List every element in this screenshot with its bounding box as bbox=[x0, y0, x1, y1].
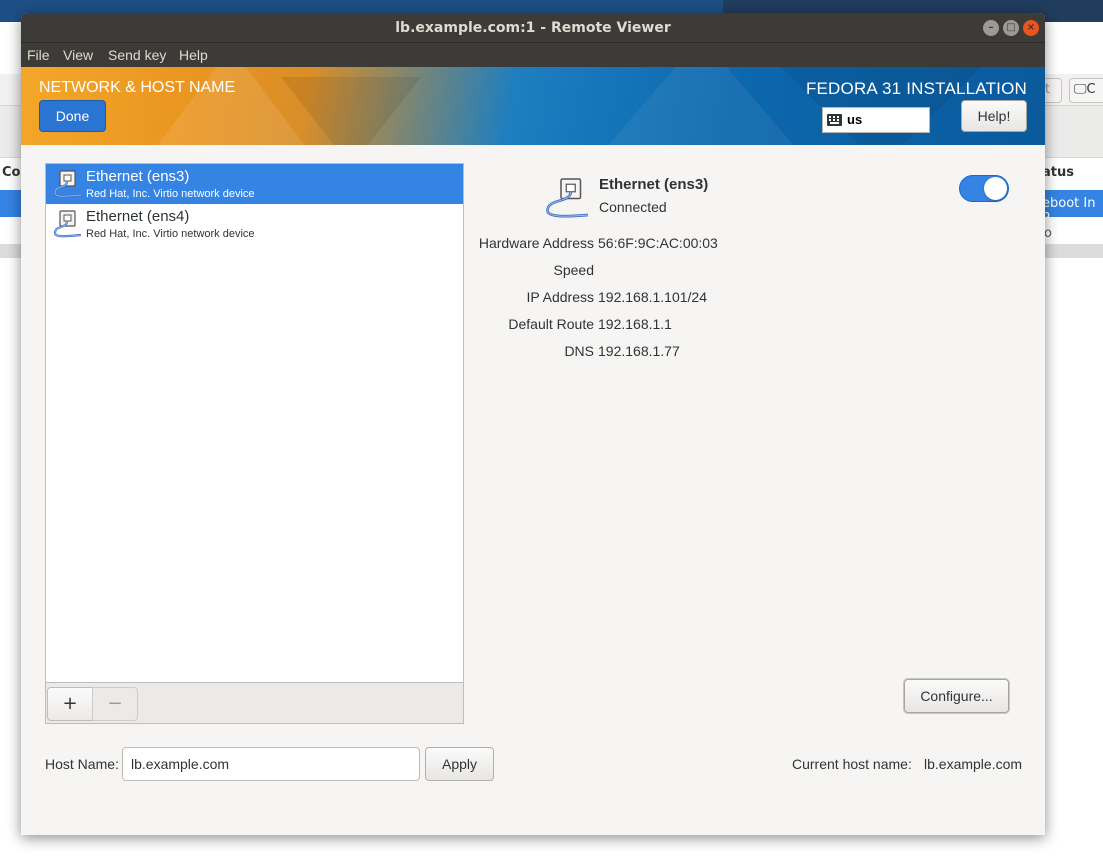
installer-header: NETWORK & HOST NAME Done FEDORA 31 INSTA… bbox=[21, 67, 1045, 145]
device-detail-name: Ethernet (ens3) bbox=[599, 176, 709, 193]
current-hostname-value: lb.example.com bbox=[924, 756, 1023, 772]
hostname-input[interactable] bbox=[122, 747, 420, 781]
dns-label: DNS bbox=[564, 343, 594, 359]
ip-address-value: 192.168.1.101/24 bbox=[598, 289, 707, 305]
configure-button[interactable]: Configure... bbox=[904, 679, 1009, 713]
network-wired-icon bbox=[53, 210, 82, 238]
remote-viewer-window: lb.example.com:1 - Remote Viewer – □ × F… bbox=[21, 13, 1045, 835]
help-button[interactable]: Help! bbox=[961, 100, 1027, 132]
monitor-icon: 🖵 bbox=[1074, 82, 1087, 97]
hostname-label: Host Name: bbox=[45, 756, 119, 772]
menu-help[interactable]: Help bbox=[179, 47, 208, 63]
background-row-status: eboot In P bbox=[1042, 196, 1096, 226]
device-list-toolbar: + − bbox=[46, 682, 463, 723]
device-name: Ethernet (ens3) bbox=[86, 168, 190, 185]
network-wired-icon bbox=[53, 170, 82, 198]
device-name: Ethernet (ens4) bbox=[86, 208, 190, 225]
device-detail-status: Connected bbox=[599, 199, 667, 215]
remove-device-button[interactable]: − bbox=[92, 687, 138, 721]
close-icon[interactable]: × bbox=[1023, 20, 1039, 36]
keyboard-layout-indicator[interactable]: us bbox=[822, 107, 930, 133]
product-title: FEDORA 31 INSTALLATION bbox=[805, 79, 1027, 98]
device-list: Ethernet (ens3) Red Hat, Inc. Virtio net… bbox=[45, 163, 464, 724]
menubar: File View Send key Help bbox=[21, 43, 1045, 67]
device-row-ens4[interactable]: Ethernet (ens4) Red Hat, Inc. Virtio net… bbox=[46, 204, 463, 244]
device-description: Red Hat, Inc. Virtio network device bbox=[86, 188, 255, 200]
minimize-icon[interactable]: – bbox=[983, 20, 999, 36]
device-enable-toggle[interactable] bbox=[959, 175, 1009, 202]
background-column-header: Co bbox=[2, 165, 21, 180]
spoke-title: NETWORK & HOST NAME bbox=[39, 79, 236, 96]
keyboard-layout-label: us bbox=[847, 112, 863, 127]
done-button[interactable]: Done bbox=[39, 100, 106, 132]
add-device-button[interactable]: + bbox=[47, 687, 93, 721]
keyboard-icon bbox=[827, 114, 842, 126]
network-wired-icon bbox=[546, 178, 589, 218]
maximize-icon[interactable]: □ bbox=[1003, 20, 1019, 36]
toggle-knob bbox=[984, 177, 1007, 200]
device-row-ens3[interactable]: Ethernet (ens3) Red Hat, Inc. Virtio net… bbox=[46, 164, 463, 204]
window-title: lb.example.com:1 - Remote Viewer bbox=[395, 20, 671, 36]
apply-button[interactable]: Apply bbox=[425, 747, 494, 781]
background-column-header-status: atus bbox=[1042, 165, 1074, 180]
background-console-button[interactable]: 🖵C bbox=[1069, 78, 1103, 103]
speed-label: Speed bbox=[553, 262, 594, 278]
background-row2-status: o bbox=[1044, 226, 1052, 241]
window-titlebar[interactable]: lb.example.com:1 - Remote Viewer – □ × bbox=[21, 13, 1045, 43]
default-route-label: Default Route bbox=[508, 316, 594, 332]
dns-value: 192.168.1.77 bbox=[598, 343, 680, 359]
menu-send-key[interactable]: Send key bbox=[108, 47, 166, 63]
default-route-value: 192.168.1.1 bbox=[598, 316, 672, 332]
hardware-address-value: 56:6F:9C:AC:00:03 bbox=[598, 235, 718, 251]
menu-view[interactable]: View bbox=[63, 47, 93, 63]
hardware-address-label: Hardware Address bbox=[478, 235, 594, 251]
device-description: Red Hat, Inc. Virtio network device bbox=[86, 228, 255, 240]
menu-file[interactable]: File bbox=[27, 47, 50, 63]
ip-address-label: IP Address bbox=[526, 289, 594, 305]
current-hostname-label: Current host name: bbox=[792, 756, 912, 772]
